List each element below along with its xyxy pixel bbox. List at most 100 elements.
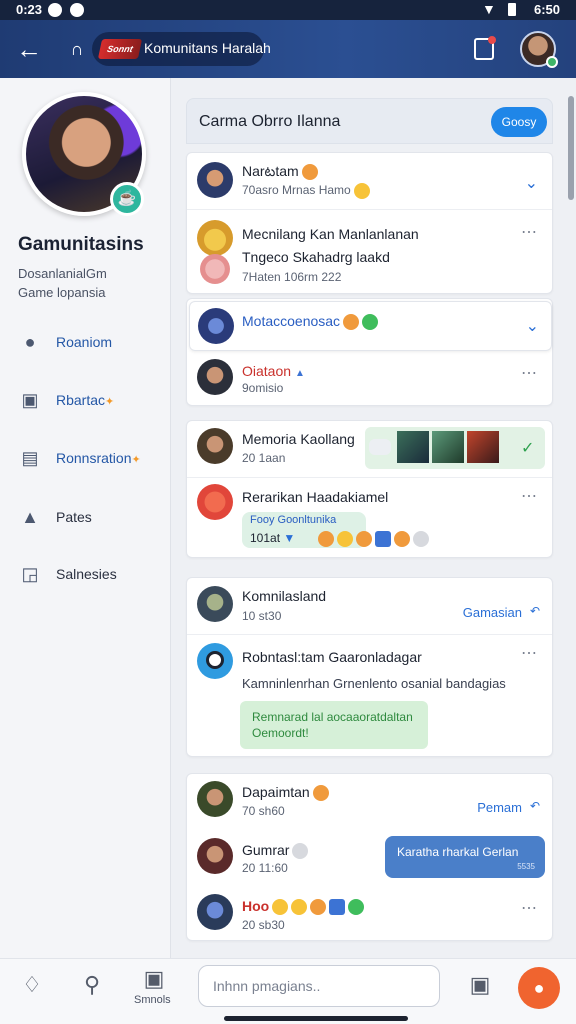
post-card: Narటtam 70asro Mrnas Hamo ⌄ Mecnilang Ka… (186, 152, 553, 294)
sidebar-item-label: Pates (56, 509, 92, 525)
item-subtitle: Tngeco Skahadrg laakd (242, 249, 390, 265)
emoji-icon (292, 843, 309, 860)
emoji-icon (356, 530, 372, 547)
emoji-icon (312, 785, 329, 802)
sidebar-item-salnesies[interactable]: ◲ Salnesies (18, 560, 168, 590)
sidebar-item-roaniom[interactable]: ● Roaniom (18, 328, 168, 358)
home-indicator (224, 1016, 408, 1021)
message-input[interactable] (198, 965, 440, 1007)
list-item[interactable]: Oiataon ▲ 9omisio ⋯ (187, 355, 552, 407)
item-name: Memoria Kaollang (242, 431, 355, 447)
list-item[interactable]: Hoo 20 sb30 ⋯ (187, 886, 552, 942)
link-icon[interactable]: ∩ (66, 38, 88, 60)
frame-icon: ◲ (21, 564, 39, 584)
sidebar-item-label: Rbartac✦ (56, 392, 115, 408)
feed-header: Carma Obrro Ilanna Goosy (186, 98, 553, 144)
item-meta: 20 1aan (242, 451, 286, 465)
shield-icon[interactable]: ▣ (140, 965, 168, 993)
media-preview[interactable]: ✓ (365, 427, 545, 469)
scrollbar[interactable] (568, 96, 574, 200)
more-icon[interactable]: ⋯ (521, 898, 538, 918)
item-name: Dapaimtan (242, 784, 329, 802)
status-clock: 6:50 (533, 2, 560, 17)
emoji-icon (329, 899, 346, 916)
avatar (197, 484, 233, 520)
item-name: Oiataon ▲ (242, 363, 305, 379)
feed-action-button[interactable]: Goosy (491, 107, 547, 137)
chevron-down-icon[interactable]: ⌄ (526, 316, 539, 336)
post-card: Motaccoenosac ⌄ Oiataon ▲ 9omisio ⋯ (186, 298, 553, 406)
sidebar-item-ronnsration[interactable]: ▤ Ronnsration✦ (18, 444, 168, 474)
more-icon[interactable]: ⋯ (521, 363, 538, 383)
more-icon[interactable]: ⋯ (521, 222, 538, 242)
more-icon[interactable]: ⋯ (521, 643, 538, 663)
pill-top-text: Fooy Goonltunika (250, 514, 337, 526)
avatar (197, 838, 233, 874)
gamepad-icon[interactable]: ♢ (18, 971, 46, 999)
item-link[interactable]: Pemam (477, 800, 522, 815)
avatar (197, 894, 233, 930)
bubble-text: Karatha rharkal Gerlan (397, 845, 519, 859)
list-item[interactable]: Memoria Kaollang 20 1aan ✓ (187, 421, 552, 477)
profile-name: Gamunitasins (18, 234, 144, 255)
item-name: Rerarikan Haadakiamel (242, 489, 389, 505)
sidebar-item-rbartac[interactable]: ▣ Rbartac✦ (18, 386, 168, 416)
bubble-meta: 5535 (517, 862, 535, 871)
compose-button[interactable]: ● (518, 967, 560, 1009)
list-item[interactable]: Narటtam 70asro Mrnas Hamo ⌄ (187, 153, 552, 209)
profile-subtitle-2: Game lopansia (18, 285, 106, 300)
list-item[interactable]: Dapaimtan 70 sh60 Pemam ↶ (187, 774, 552, 830)
emoji-icon (310, 899, 327, 916)
search-icon[interactable]: ⚲ (78, 971, 106, 999)
controller-icon (369, 439, 391, 455)
emoji-icon (301, 164, 318, 181)
item-name: Robntasl:tam Gaaronladagar (242, 649, 422, 665)
item-name: Gumrar (242, 842, 309, 860)
emoji-icon (318, 530, 334, 547)
emoji-icon (348, 899, 365, 916)
app-brand[interactable]: Sonnt Komunitans Haralah (92, 32, 271, 66)
list-item[interactable]: Rerarikan Haadakiamel Fooy Goonltunika 1… (187, 478, 552, 559)
gallery-icon[interactable]: ▣ (466, 971, 494, 999)
item-name: Mecnilang Kan Manlanlanan (242, 226, 419, 242)
emoji-icon (337, 530, 353, 547)
item-name: Komnilasland (242, 588, 327, 604)
reply-icon[interactable]: ↶ (530, 799, 540, 813)
emoji-icon (375, 530, 391, 547)
list-item[interactable]: Motaccoenosac ⌄ (189, 301, 552, 351)
emoji-icon (272, 899, 289, 916)
status-icon-2 (70, 3, 84, 17)
list-item[interactable]: Robntasl:tam Gaaronladagar Kamninlenrhan… (187, 635, 552, 758)
item-meta: 20 sb30 (242, 918, 285, 932)
chevron-down-icon[interactable]: ⌄ (525, 173, 538, 193)
notification-dot (488, 36, 496, 44)
item-meta: 70asro Mrnas Hamo (242, 183, 370, 199)
pill-bottom-text: 101at ▼ (250, 531, 296, 545)
emoji-row (315, 530, 429, 548)
sidebar-item-pates[interactable]: ▲ Pates (18, 503, 168, 533)
message-bubble[interactable]: Karatha rharkal Gerlan 5535 (385, 836, 545, 878)
list-item[interactable]: Mecnilang Kan Manlanlanan Tngeco Skahadr… (187, 210, 552, 295)
item-link[interactable]: Gamasian (463, 605, 522, 620)
app-logo: Sonnt (97, 39, 143, 59)
feed-title: Carma Obrro Ilanna (199, 113, 341, 130)
item-meta: 70 sh60 (242, 804, 285, 818)
avatar (200, 254, 230, 284)
more-icon[interactable]: ⋯ (521, 486, 538, 506)
pin-icon: ▲ (21, 507, 39, 527)
avatar (197, 162, 233, 198)
back-arrow-icon[interactable]: ← (14, 34, 44, 64)
sidebar-item-label: Roaniom (56, 334, 113, 350)
bubble-text: Remnarad lal aocaaoratdaltan Oemoordt! (252, 710, 413, 740)
avatar (197, 781, 233, 817)
list-item[interactable]: Gumrar 20 11:60 Karatha rharkal Gerlan 5… (187, 830, 552, 884)
nav-label: Smnols (134, 994, 171, 1006)
reply-icon[interactable]: ↶ (530, 604, 540, 618)
item-meta: 20 11:60 (242, 861, 288, 875)
image-icon: ▣ (21, 390, 39, 410)
check-icon: ✓ (521, 440, 535, 457)
wifi-icon: ▼ (482, 1, 496, 17)
list-item[interactable]: Komnilasland 10 st30 Gamasian ↶ (187, 578, 552, 634)
highlight-bubble[interactable]: Remnarad lal aocaaoratdaltan Oemoordt! (240, 701, 428, 749)
item-name: Narటtam (242, 163, 318, 183)
